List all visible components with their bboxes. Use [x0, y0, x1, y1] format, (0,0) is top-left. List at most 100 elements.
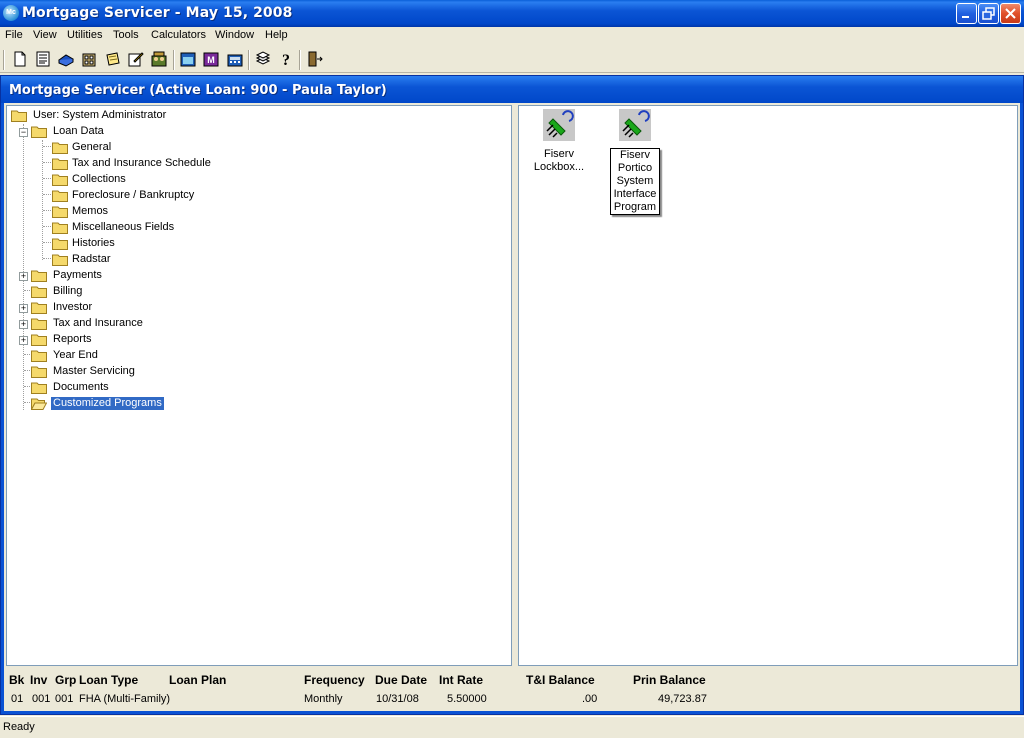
expand-icon[interactable]: +: [19, 320, 28, 329]
exit-icon[interactable]: [305, 50, 323, 68]
toolbar: M ?: [0, 46, 1024, 73]
program-label-line: Fiserv: [544, 148, 574, 160]
menu-calculators[interactable]: Calculators: [151, 29, 206, 41]
status-text: Ready: [3, 721, 35, 733]
program-label-line: Interface: [613, 188, 657, 200]
value-int-rate: 5.50000: [447, 693, 487, 705]
tree-item-label: Reports: [53, 333, 92, 345]
close-icon: [1005, 8, 1016, 19]
book-icon[interactable]: [57, 50, 75, 68]
minimize-icon: [962, 16, 969, 18]
program-fiserv-lockbox[interactable]: Fiserv Lockbox...: [519, 109, 599, 174]
child-body: User: System Administrator − Loan Data G…: [4, 103, 1020, 711]
menu-help[interactable]: Help: [265, 29, 288, 41]
menu-tools[interactable]: Tools: [113, 29, 139, 41]
tree-item-label: General: [72, 141, 112, 153]
edit-icon[interactable]: [127, 50, 145, 68]
folder-icon: [31, 366, 47, 378]
header-loan-type: Loan Type: [79, 673, 139, 687]
tree-item-label: Radstar: [72, 253, 111, 265]
tree-item-label: Tax and Insurance Schedule: [72, 157, 211, 169]
app-title: Mortgage Servicer - May 15, 2008: [22, 5, 293, 21]
header-int-rate: Int Rate: [439, 673, 484, 687]
restore-button[interactable]: [978, 3, 999, 24]
tree-item-label: Billing: [53, 285, 83, 297]
navigation-tree[interactable]: User: System Administrator − Loan Data G…: [6, 105, 512, 666]
folder-icon: [31, 318, 47, 330]
menu-view[interactable]: View: [33, 29, 57, 41]
folder-icon: [52, 158, 68, 170]
people-icon[interactable]: [150, 50, 168, 68]
folder-icon: [52, 254, 68, 266]
folder-icon: [52, 190, 68, 202]
status-bar: Ready: [0, 716, 1024, 738]
tree-item-label: Investor: [53, 301, 93, 313]
menu-file[interactable]: File: [5, 29, 23, 41]
child-titlebar[interactable]: Mortgage Servicer (Active Loan: 900 - Pa…: [1, 76, 1023, 103]
value-inv: 001: [32, 693, 51, 705]
folder-icon: [52, 142, 68, 154]
folder-icon: [11, 110, 27, 122]
fiserv-icon[interactable]: [179, 50, 197, 68]
programs-pane: Fiserv Lockbox... Fiserv Portico System …: [518, 105, 1018, 666]
value-ti-balance: .00: [582, 693, 598, 705]
program-label-line: Fiserv: [620, 149, 650, 161]
tree-item-label: Year End: [53, 349, 98, 361]
tree-root-label: User: System Administrator: [33, 109, 167, 121]
child-window: Mortgage Servicer (Active Loan: 900 - Pa…: [0, 75, 1024, 715]
program-fiserv-portico[interactable]: Fiserv Portico System Interface Program: [595, 109, 675, 215]
expand-icon[interactable]: +: [19, 336, 28, 345]
toolbar-grip: [3, 50, 5, 70]
minimize-button[interactable]: [956, 3, 977, 24]
close-button[interactable]: [1000, 3, 1021, 24]
tree-item-label: Miscellaneous Fields: [72, 221, 175, 233]
program-label: Fiserv Lockbox...: [519, 148, 599, 174]
value-bk: 01: [11, 693, 24, 705]
svg-text:M: M: [207, 55, 215, 65]
folder-icon: [31, 334, 47, 346]
header-loan-plan: Loan Plan: [169, 673, 227, 687]
document-icon[interactable]: [34, 50, 52, 68]
tree-item-label: Histories: [72, 237, 115, 249]
app-titlebar[interactable]: Mc Mortgage Servicer - May 15, 2008: [0, 0, 1024, 27]
expand-icon[interactable]: +: [19, 272, 28, 281]
header-prin-balance: Prin Balance: [633, 673, 706, 687]
program-label-line: Lockbox...: [533, 161, 585, 173]
menu-window[interactable]: Window: [215, 29, 254, 41]
value-loan-type: FHA (Multi-Family): [79, 693, 171, 705]
tree-item-label: Memos: [72, 205, 109, 217]
svg-text:?: ?: [282, 52, 290, 68]
new-icon[interactable]: [11, 50, 29, 68]
tree-item-label: Master Servicing: [53, 365, 135, 377]
calculator-icon[interactable]: [226, 50, 244, 68]
program-label-line: Program: [613, 201, 657, 213]
open-folder-icon: [31, 398, 47, 410]
header-due-date: Due Date: [375, 673, 428, 687]
mail-icon[interactable]: M: [202, 50, 220, 68]
help-icon[interactable]: ?: [277, 50, 295, 69]
tree-item-label: Documents: [53, 381, 109, 393]
header-inv: Inv: [30, 673, 48, 687]
value-grp: 001: [55, 693, 74, 705]
value-frequency: Monthly: [304, 693, 343, 705]
expand-icon[interactable]: +: [19, 304, 28, 313]
restore-icon: [982, 7, 995, 20]
menu-utilities[interactable]: Utilities: [67, 29, 102, 41]
folder-icon: [31, 350, 47, 362]
notepad-icon[interactable]: [104, 50, 122, 68]
folder-icon: [31, 302, 47, 314]
tree-line: [23, 124, 24, 410]
collapse-icon[interactable]: −: [19, 128, 28, 137]
building-icon[interactable]: [80, 50, 98, 68]
tree-item-label: Collections: [72, 173, 126, 185]
tree-item-label-selected: Customized Programs: [51, 397, 164, 410]
stack-icon[interactable]: [254, 50, 272, 68]
program-label: Fiserv Portico System Interface Program: [609, 148, 661, 215]
folder-icon: [52, 238, 68, 250]
value-prin-balance: 49,723.87: [658, 693, 707, 705]
program-label-line: Portico: [617, 162, 653, 174]
header-ti-balance: T&I Balance: [526, 673, 595, 687]
tree-item-label: Tax and Insurance: [53, 317, 143, 329]
child-title: Mortgage Servicer (Active Loan: 900 - Pa…: [9, 83, 387, 98]
toolbar-separator: [299, 50, 301, 70]
